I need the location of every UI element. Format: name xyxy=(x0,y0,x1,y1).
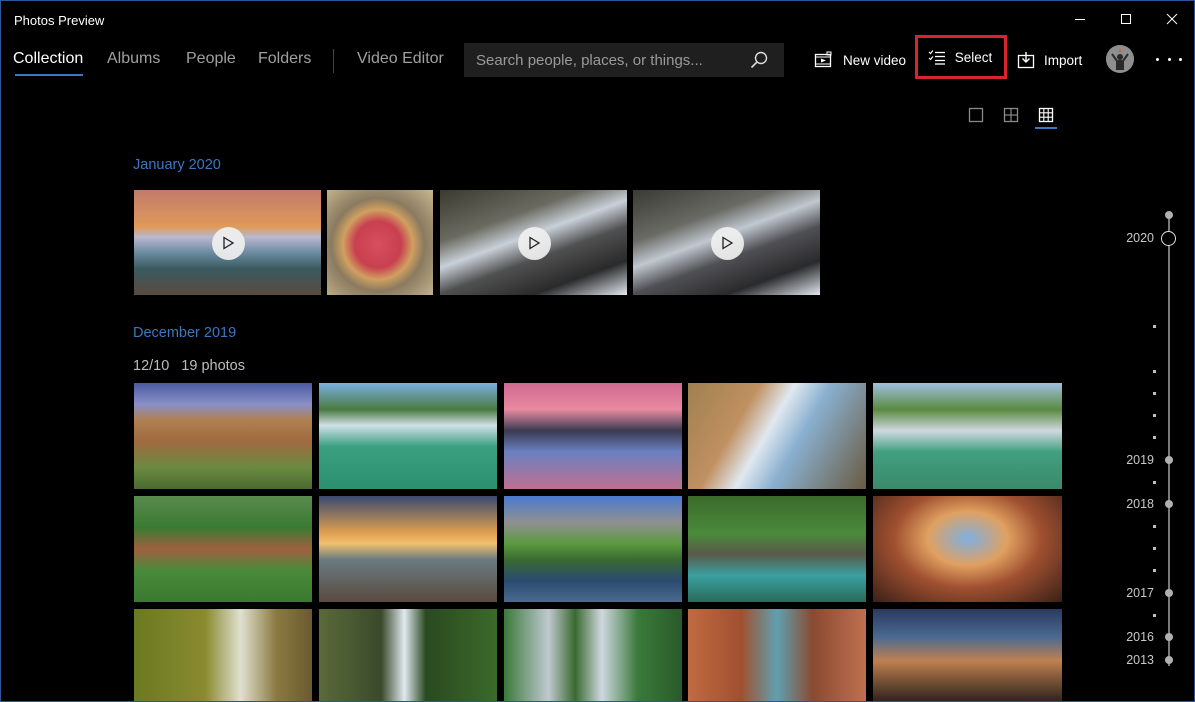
tab-people[interactable]: People xyxy=(186,50,236,68)
app-title: Photos Preview xyxy=(14,13,105,28)
timeline-node[interactable] xyxy=(1165,456,1173,464)
timeline-tick xyxy=(1153,547,1156,550)
tab-folders[interactable]: Folders xyxy=(258,50,311,68)
single-square-icon xyxy=(968,107,984,123)
view-large-button[interactable] xyxy=(966,105,986,125)
maximize-icon xyxy=(1121,14,1131,24)
timeline-tick xyxy=(1153,436,1156,439)
timeline-year-2016[interactable]: 2016 xyxy=(1126,630,1154,644)
select-button[interactable]: Select xyxy=(915,35,1007,79)
timeline-tick xyxy=(1153,370,1156,373)
photo-thumbnail[interactable] xyxy=(504,609,682,701)
photo-thumbnail[interactable] xyxy=(134,383,312,489)
timeline-year-2017[interactable]: 2017 xyxy=(1126,586,1154,600)
photo-thumbnail[interactable] xyxy=(688,383,866,489)
play-button[interactable] xyxy=(211,226,245,260)
tab-albums[interactable]: Albums xyxy=(107,50,160,68)
minimize-icon xyxy=(1075,19,1085,20)
title-bar: Photos Preview xyxy=(1,1,1194,37)
day-group-header: 12/10 19 photos xyxy=(133,358,245,374)
photo-thumbnail[interactable] xyxy=(134,190,321,295)
timeline-tick xyxy=(1153,569,1156,572)
play-button[interactable] xyxy=(517,226,551,260)
tab-video-editor[interactable]: Video Editor xyxy=(357,50,444,68)
section-title-january-2020: January 2020 xyxy=(133,157,221,173)
nav-divider xyxy=(333,49,334,73)
more-dot-icon xyxy=(1179,57,1182,61)
timeline-tick xyxy=(1153,525,1156,528)
grid-3x3-icon xyxy=(1038,107,1054,123)
photo-thumbnail[interactable] xyxy=(327,190,433,295)
user-avatar-icon xyxy=(1106,45,1134,73)
play-button[interactable] xyxy=(710,226,744,260)
timeline-tick xyxy=(1153,392,1156,395)
timeline-current-marker[interactable] xyxy=(1161,231,1176,246)
import-label: Import xyxy=(1044,52,1083,68)
timeline-year-2020[interactable]: 2020 xyxy=(1126,231,1154,245)
new-video-label: New video xyxy=(843,52,907,68)
photo-thumbnail[interactable] xyxy=(319,609,497,701)
timeline-tick xyxy=(1153,614,1156,617)
search-box[interactable] xyxy=(464,43,784,77)
photos-window: Photos Preview Collection Albums People … xyxy=(0,0,1195,702)
timeline-year-2018[interactable]: 2018 xyxy=(1126,497,1154,511)
import-button[interactable]: Import xyxy=(1017,45,1082,75)
photo-thumbnail[interactable] xyxy=(504,383,682,489)
view-medium-button[interactable] xyxy=(1001,105,1021,125)
day-date: 12/10 xyxy=(133,358,170,374)
tab-collection[interactable]: Collection xyxy=(13,50,83,68)
photo-thumbnail[interactable] xyxy=(873,609,1062,701)
photo-thumbnail[interactable] xyxy=(633,190,820,295)
more-options-button[interactable] xyxy=(1156,49,1182,69)
photo-count: 19 photos xyxy=(181,358,245,374)
photo-thumbnail[interactable] xyxy=(504,496,682,602)
new-video-button[interactable]: New video xyxy=(814,45,906,75)
timeline-node[interactable] xyxy=(1165,500,1173,508)
timeline-node[interactable] xyxy=(1165,633,1173,641)
section-title-december-2019: December 2019 xyxy=(133,325,237,341)
photo-thumbnail[interactable] xyxy=(873,496,1062,602)
more-dot-icon xyxy=(1156,57,1159,61)
minimize-button[interactable] xyxy=(1057,5,1103,33)
maximize-button[interactable] xyxy=(1103,5,1149,33)
photo-thumbnail[interactable] xyxy=(134,496,312,602)
search-icon[interactable] xyxy=(750,51,768,69)
photo-thumbnail[interactable] xyxy=(319,496,497,602)
import-icon xyxy=(1017,52,1035,69)
photo-thumbnail[interactable] xyxy=(873,383,1062,489)
new-video-icon xyxy=(814,51,832,68)
account-avatar[interactable] xyxy=(1106,45,1134,73)
close-icon xyxy=(1166,13,1178,25)
timeline-year-2013[interactable]: 2013 xyxy=(1126,653,1154,667)
timeline-node[interactable] xyxy=(1165,589,1173,597)
select-list-icon xyxy=(928,50,945,65)
select-label: Select xyxy=(954,49,993,65)
timeline-node[interactable] xyxy=(1165,656,1173,664)
photo-thumbnail[interactable] xyxy=(688,496,866,602)
play-icon xyxy=(223,236,235,250)
more-dot-icon xyxy=(1167,57,1171,61)
search-input[interactable] xyxy=(464,51,734,69)
photo-thumbnail[interactable] xyxy=(688,609,866,701)
active-tab-indicator xyxy=(15,74,83,76)
timeline-tick xyxy=(1153,481,1156,484)
timeline-top-node[interactable] xyxy=(1165,211,1173,219)
timeline-track[interactable] xyxy=(1168,216,1170,666)
close-button[interactable] xyxy=(1149,5,1194,33)
play-icon xyxy=(722,236,734,250)
photo-thumbnail[interactable] xyxy=(134,609,312,701)
photo-thumbnail[interactable] xyxy=(440,190,627,295)
active-view-indicator xyxy=(1035,127,1057,129)
grid-2x2-icon xyxy=(1003,107,1019,123)
photo-thumbnail[interactable] xyxy=(319,383,497,489)
timeline-tick xyxy=(1153,414,1156,417)
view-small-button[interactable] xyxy=(1036,105,1056,125)
timeline-tick xyxy=(1153,325,1156,328)
play-icon xyxy=(529,236,541,250)
timeline-year-2019[interactable]: 2019 xyxy=(1126,453,1154,467)
